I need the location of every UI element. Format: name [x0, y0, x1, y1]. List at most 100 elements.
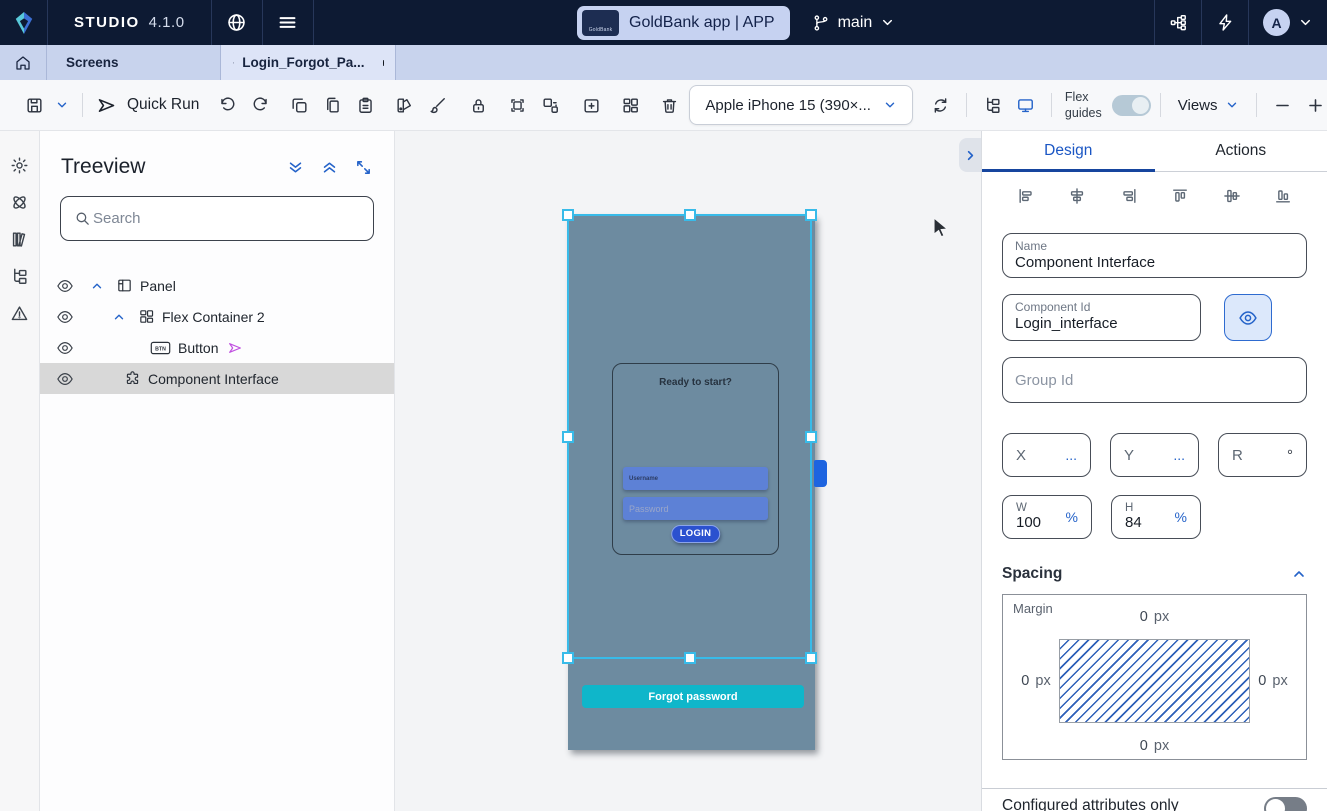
tree-row-label: Panel — [140, 278, 176, 294]
margin-editor: Margin 0px 0px 0px 0px — [1002, 594, 1307, 760]
send-magenta-icon — [227, 340, 243, 356]
group-button[interactable] — [501, 88, 534, 122]
redo-button[interactable] — [244, 88, 277, 122]
ungroup-button[interactable] — [534, 88, 567, 122]
align-center-horizontal-icon[interactable] — [1067, 186, 1087, 206]
visibility-eye-icon[interactable] — [56, 277, 74, 295]
save-options-button[interactable] — [51, 88, 73, 122]
divider — [1256, 93, 1257, 117]
design-canvas[interactable]: Ready to start? Username Password LOGIN … — [395, 131, 981, 811]
add-frame-icon — [582, 96, 601, 115]
tree-row-component-interface[interactable]: Component Interface — [40, 363, 394, 394]
visibility-eye-icon[interactable] — [56, 308, 74, 326]
app-logo[interactable] — [0, 0, 48, 45]
app-badge[interactable]: GoldBank GoldBank app | APP — [577, 6, 790, 40]
inspector-collapse-button[interactable] — [959, 138, 981, 172]
align-top-icon[interactable] — [1170, 186, 1190, 206]
width-field[interactable]: W 100 % — [1002, 495, 1092, 539]
y-position-field[interactable]: Y ... — [1110, 433, 1199, 477]
collapse-all-icon[interactable] — [287, 159, 304, 176]
tree-row-flex-container[interactable]: Flex Container 2 — [40, 301, 394, 332]
component-id-field[interactable]: Component Id Login_interface — [1002, 294, 1201, 341]
main-menu-button[interactable] — [263, 0, 314, 45]
align-center-vertical-icon[interactable] — [1222, 186, 1242, 206]
branch-selector[interactable]: main — [812, 14, 896, 32]
preview-monitor-button[interactable] — [1009, 88, 1042, 122]
tree-hierarchy-icon[interactable] — [10, 267, 29, 286]
btn-badge-icon: BTN — [150, 340, 171, 356]
paste-button[interactable] — [349, 88, 382, 122]
rotation-field[interactable]: R ° — [1218, 433, 1307, 477]
divider — [966, 93, 967, 117]
expand-panel-icon[interactable] — [355, 159, 372, 176]
brush-button[interactable] — [421, 88, 454, 122]
align-right-icon[interactable] — [1119, 186, 1139, 206]
collapse-chevron-icon[interactable] — [90, 279, 104, 293]
duplicate-button[interactable] — [283, 88, 316, 122]
tab-login-forgot-page[interactable]: Login_Forgot_Pa... — [221, 45, 396, 80]
phone-screen-mockup[interactable]: Ready to start? Username Password LOGIN … — [568, 215, 815, 750]
selection-drag-tab[interactable] — [814, 460, 827, 487]
warning-triangle-icon[interactable] — [10, 304, 29, 323]
components-button[interactable] — [614, 88, 647, 122]
quick-run-button[interactable]: Quick Run — [96, 95, 199, 116]
language-button[interactable] — [212, 0, 263, 45]
login-card[interactable]: Ready to start? Username Password LOGIN — [612, 363, 779, 555]
library-books-icon[interactable] — [10, 230, 29, 249]
treeview-toggle-button[interactable] — [976, 88, 1009, 122]
tab-design[interactable]: Design — [982, 131, 1155, 171]
screen-icon — [233, 55, 234, 71]
configured-attributes-toggle[interactable] — [1264, 797, 1307, 811]
forgot-password-button[interactable]: Forgot password — [582, 685, 804, 708]
align-bottom-icon[interactable] — [1273, 186, 1293, 206]
delete-button[interactable] — [653, 88, 686, 122]
save-button[interactable] — [18, 88, 51, 122]
group-id-field[interactable]: Group Id — [1002, 357, 1307, 403]
user-menu[interactable]: A — [1248, 0, 1327, 45]
tab-screens[interactable]: Screens — [47, 45, 221, 80]
collapse-chevron-icon[interactable] — [112, 310, 126, 324]
login-button[interactable]: LOGIN — [671, 525, 721, 543]
top-bar-center: GoldBank GoldBank app | APP main — [577, 0, 895, 45]
margin-left-value[interactable]: 0px — [1013, 673, 1059, 689]
device-selector[interactable]: Apple iPhone 15 (390×... — [689, 85, 913, 125]
lock-button[interactable] — [462, 88, 495, 122]
component-visibility-button[interactable] — [1224, 294, 1272, 341]
expand-all-icon[interactable] — [321, 159, 338, 176]
zoom-in-button[interactable] — [1299, 88, 1327, 122]
divider — [82, 93, 83, 117]
flows-button[interactable] — [1154, 0, 1201, 45]
tree-search-input[interactable]: Search — [60, 196, 374, 241]
height-field[interactable]: H 84 % — [1111, 495, 1201, 539]
views-dropdown[interactable]: Views — [1178, 97, 1239, 114]
undo-button[interactable] — [211, 88, 244, 122]
margin-bottom-value[interactable]: 0px — [1003, 732, 1306, 759]
zoom-out-button[interactable] — [1266, 88, 1299, 122]
screens-label: Screens — [66, 55, 119, 70]
styles-button[interactable] — [388, 88, 421, 122]
copy-button[interactable] — [316, 88, 349, 122]
username-field[interactable]: Username — [623, 467, 768, 490]
tree-row-label: Component Interface — [148, 371, 279, 387]
align-left-icon[interactable] — [1016, 186, 1036, 206]
add-frame-button[interactable] — [575, 88, 608, 122]
spacing-section-header[interactable]: Spacing — [1002, 565, 1307, 583]
x-label: X — [1016, 447, 1026, 464]
tab-actions[interactable]: Actions — [1155, 131, 1327, 171]
flex-guides-toggle[interactable] — [1112, 95, 1151, 116]
password-field[interactable]: Password — [623, 497, 768, 520]
tree-row-panel[interactable]: Panel — [40, 270, 394, 301]
margin-element-preview[interactable] — [1059, 639, 1250, 723]
visibility-eye-icon[interactable] — [56, 370, 74, 388]
name-field[interactable]: Name Component Interface — [1002, 233, 1307, 278]
margin-right-value[interactable]: 0px — [1250, 673, 1296, 689]
tree-row-button[interactable]: BTN Button — [40, 332, 394, 363]
home-tab[interactable] — [0, 45, 47, 80]
sync-button[interactable] — [924, 88, 957, 122]
visibility-eye-icon[interactable] — [56, 339, 74, 357]
x-position-field[interactable]: X ... — [1002, 433, 1091, 477]
redo-icon — [251, 96, 270, 115]
settings-gear-icon[interactable] — [10, 156, 29, 175]
atom-icon[interactable] — [10, 193, 29, 212]
actions-bolt-button[interactable] — [1201, 0, 1248, 45]
